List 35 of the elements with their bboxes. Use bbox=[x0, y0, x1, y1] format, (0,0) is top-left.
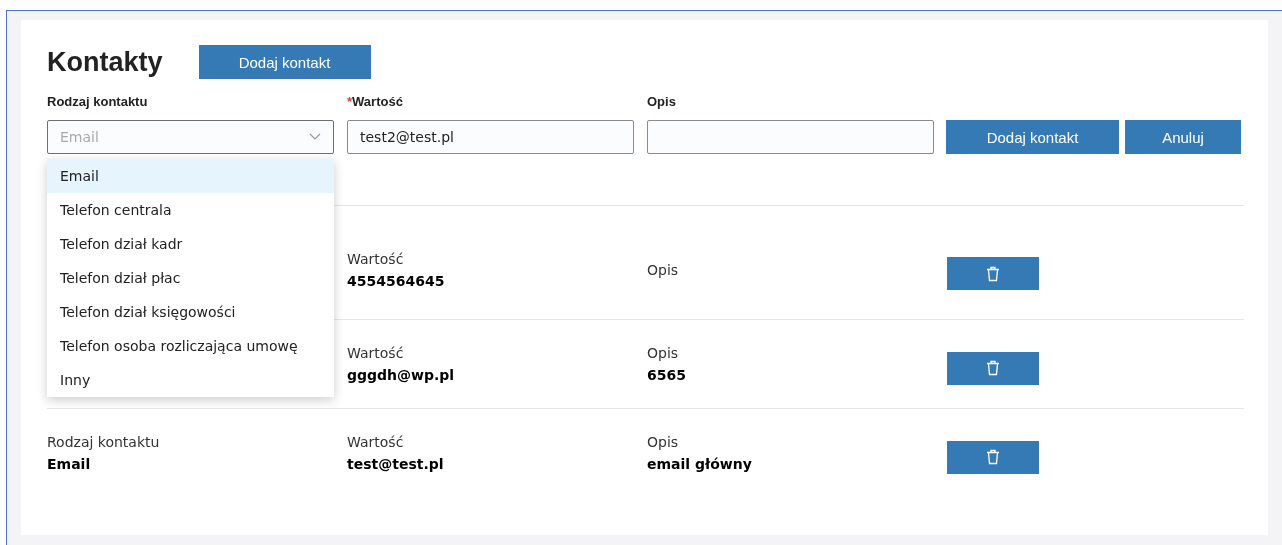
dropdown-option[interactable]: Telefon centrala bbox=[47, 193, 334, 227]
dropdown-option[interactable]: Telefon dział płac bbox=[47, 261, 334, 295]
field-label: Rodzaj kontaktu bbox=[47, 94, 149, 111]
contact-value: test@test.pl bbox=[347, 455, 445, 474]
contact-value: 4554564645 bbox=[347, 271, 446, 291]
input-field[interactable] bbox=[647, 120, 934, 154]
dropdown-option[interactable]: Inny bbox=[47, 363, 334, 397]
delete-button[interactable] bbox=[947, 440, 1039, 474]
description-label: Opis bbox=[647, 433, 680, 452]
delete-button[interactable] bbox=[947, 351, 1039, 385]
field-label: *Wartość bbox=[347, 94, 404, 111]
contact-value: gggdh@wp.pl bbox=[347, 366, 456, 385]
cancel-button[interactable]: Anuluj bbox=[1125, 120, 1241, 154]
type-value: Email bbox=[47, 455, 92, 474]
description-label: Opis bbox=[647, 344, 680, 363]
trash-icon bbox=[986, 265, 1000, 282]
chevron-down-icon bbox=[309, 133, 321, 141]
description-label: Opis bbox=[647, 260, 680, 280]
field-label: Opis bbox=[647, 94, 677, 111]
value-label: Wartość bbox=[347, 249, 405, 269]
dropdown-option[interactable]: Email bbox=[47, 159, 334, 193]
add-contact-button[interactable]: Dodaj kontakt bbox=[946, 120, 1119, 154]
dropdown-option[interactable]: Telefon dział kadr bbox=[47, 227, 334, 261]
description-value: email główny bbox=[647, 455, 753, 474]
dropdown-option[interactable]: Telefon dział księgowości bbox=[47, 295, 334, 329]
value-label: Wartość bbox=[347, 433, 405, 452]
page-title: Kontakty bbox=[47, 46, 163, 78]
value-label: Wartość bbox=[347, 344, 405, 363]
trash-icon bbox=[986, 360, 1000, 376]
input-field[interactable]: test2@test.pl bbox=[347, 120, 634, 154]
dropdown-option[interactable]: Telefon osoba rozliczająca umowę bbox=[47, 329, 334, 363]
add-contact-button[interactable]: Dodaj kontakt bbox=[198, 45, 371, 79]
type-label: Rodzaj kontaktu bbox=[47, 433, 161, 452]
description-value: 6565 bbox=[647, 366, 687, 385]
trash-icon bbox=[986, 449, 1000, 465]
